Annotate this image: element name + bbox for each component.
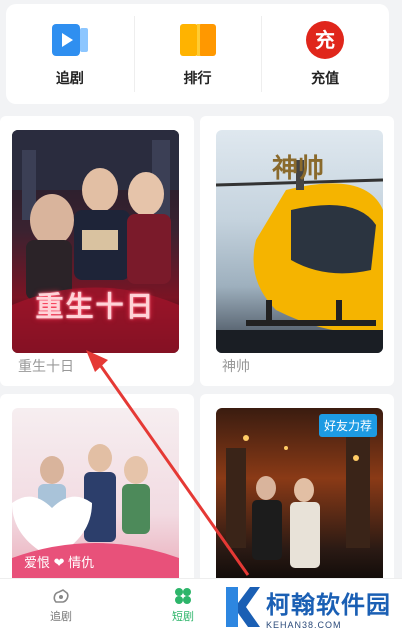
poster-title-text: 重生十日: [35, 291, 156, 322]
watermark-title: 柯翰软件园: [266, 591, 391, 619]
tv-icon: [53, 589, 69, 603]
drama-title: 重生十日: [18, 358, 74, 374]
ranking-icon: [178, 20, 218, 60]
recharge-icon-text: 充: [315, 28, 335, 52]
kehan-logo-icon: [226, 587, 260, 627]
play-video-icon: [50, 20, 90, 60]
quick-item-recharge[interactable]: 充 充值: [261, 4, 389, 104]
watermark: 柯翰软件园 KEHAN38.COM: [222, 582, 402, 632]
drama-card[interactable]: 爱恨 ❤ 情仇: [0, 394, 194, 584]
nav-label: 短剧: [172, 611, 194, 623]
quick-item-ranking[interactable]: 排行: [133, 4, 262, 104]
drama-title: 神帅: [222, 358, 250, 374]
quick-label-ranking: 排行: [183, 70, 212, 86]
quick-label-follow: 追剧: [55, 70, 84, 86]
clover-icon: [175, 588, 191, 604]
quick-label-recharge: 充值: [311, 70, 340, 86]
couple-poster: 爱恨 ❤ 情仇: [12, 408, 179, 584]
recommend-badge: 好友力荐: [318, 414, 377, 437]
recharge-icon: 充: [305, 20, 345, 60]
quick-item-follow[interactable]: 追剧: [6, 4, 134, 104]
nav-label: 追剧: [50, 611, 72, 623]
nav-item-follow[interactable]: 追剧: [0, 579, 122, 632]
poster-title-text: 神帅: [272, 153, 325, 183]
drama-card[interactable]: 神帅 神帅: [200, 116, 394, 386]
watermark-url: KEHAN38.COM: [266, 619, 342, 630]
drama-card[interactable]: 好友力荐: [200, 394, 394, 584]
helicopter-poster: 神帅: [216, 130, 383, 353]
quick-action-bar: 追剧 排行 充 充值: [6, 4, 389, 104]
drama-card[interactable]: 重生十日 重生十日: [0, 116, 194, 386]
night-city-poster: 好友力荐: [216, 408, 383, 584]
poster-image: 重生十日: [12, 130, 179, 353]
poster-title-text: 爱恨 ❤ 情仇: [24, 555, 95, 570]
